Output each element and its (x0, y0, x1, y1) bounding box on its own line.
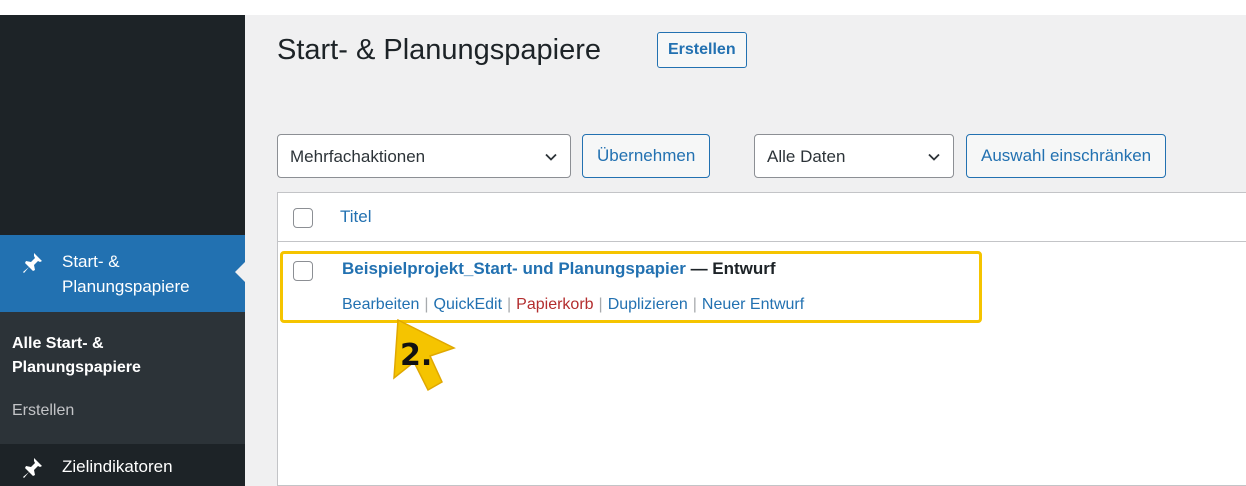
column-title[interactable]: Titel (340, 207, 372, 227)
chevron-down-icon (928, 153, 940, 161)
table-header: Titel (278, 193, 1246, 242)
sidebar-item-start-planungspapiere[interactable]: Start- & Planungspapiere (0, 235, 245, 312)
admin-sidebar: Start- & Planungspapiere Alle Start- & P… (0, 0, 245, 486)
bulk-actions-value: Mehrfachaktionen (290, 147, 426, 166)
step-number: 2. (400, 338, 433, 373)
pointer-arrow-icon (393, 318, 456, 392)
sidebar-item-label: Start- & Planungspapiere (62, 252, 190, 296)
submenu-item-add-new[interactable]: Erstellen (12, 399, 74, 423)
apply-button[interactable]: Übernehmen (582, 134, 711, 178)
highlight-box (280, 251, 982, 323)
pin-icon (23, 458, 42, 478)
sidebar-top-strip (0, 0, 245, 15)
sidebar-item-zielindikatoren[interactable]: Zielindikatoren (0, 444, 245, 486)
select-all-checkbox[interactable] (293, 208, 313, 228)
chevron-down-icon (545, 153, 557, 161)
submenu-item-all[interactable]: Alle Start- & Planungspapiere (12, 332, 212, 380)
add-new-button[interactable]: Erstellen (657, 32, 747, 68)
bulk-actions-select[interactable]: Mehrfachaktionen (277, 134, 571, 178)
active-menu-notch (235, 262, 245, 282)
sidebar-submenu: Alle Start- & Planungspapiere Erstellen (0, 312, 245, 444)
main-content: Start- & Planungspapiere Erstellen Mehrf… (245, 0, 1246, 486)
dates-filter-select[interactable]: Alle Daten (754, 134, 954, 178)
pin-icon (23, 253, 42, 273)
sidebar-item-label: Zielindikatoren (62, 457, 173, 476)
page-title: Start- & Planungspapiere (277, 34, 602, 66)
content-top-strip (245, 0, 1246, 15)
dates-filter-value: Alle Daten (767, 147, 846, 166)
filter-button[interactable]: Auswahl einschränken (966, 134, 1167, 178)
